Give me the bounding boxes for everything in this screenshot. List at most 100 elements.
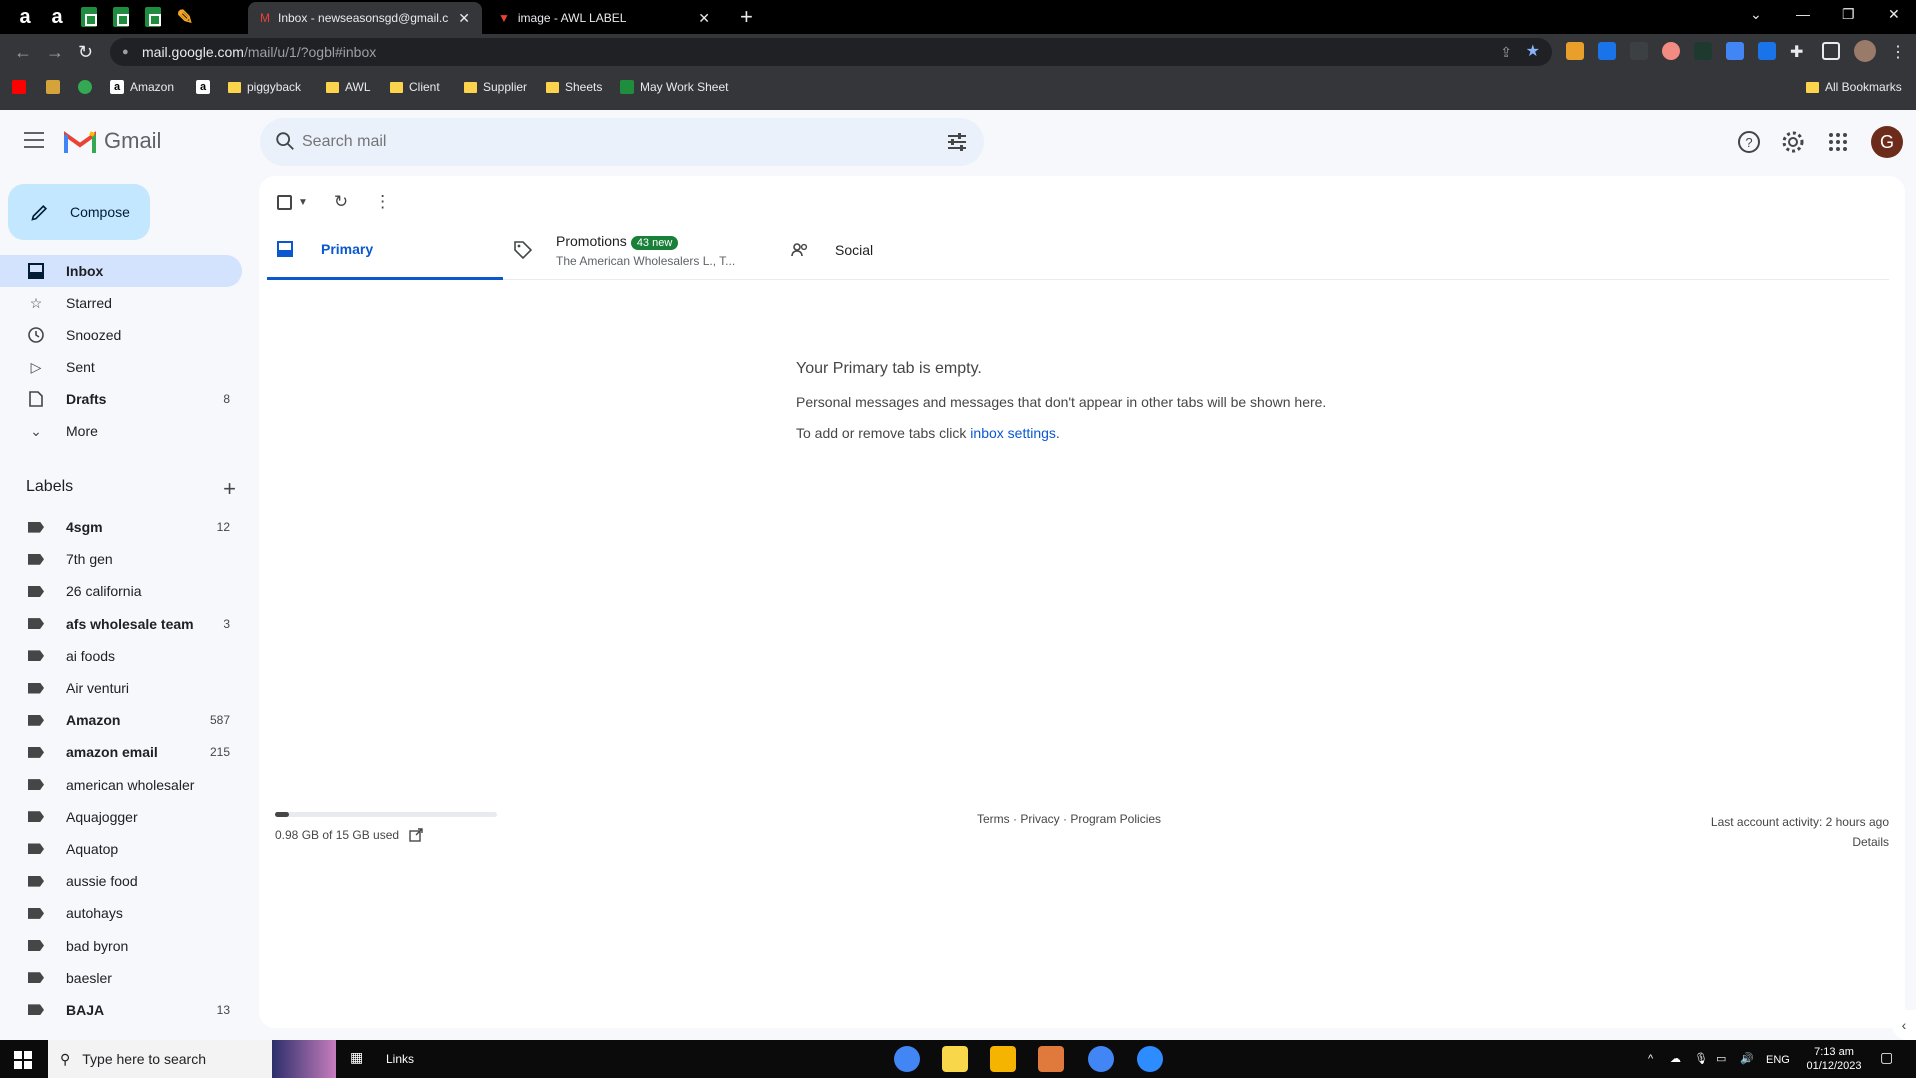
gmail-logo[interactable]: Gmail: [64, 128, 161, 154]
compose-button[interactable]: Compose: [8, 184, 150, 240]
amazon-pinned-tab-2[interactable]: a: [42, 4, 72, 30]
reload-icon[interactable]: ↻: [78, 42, 93, 63]
side-panel-toggle-icon[interactable]: ‹: [1892, 1010, 1916, 1040]
bookmark-folder-sheets[interactable]: Sheets: [546, 80, 602, 94]
label-item[interactable]: autohays: [0, 897, 242, 929]
label-item[interactable]: 26 california: [0, 575, 242, 607]
chrome-app-icon[interactable]: [894, 1046, 920, 1072]
settings-gear-icon[interactable]: [1781, 130, 1805, 154]
bookmark-icon-2[interactable]: [78, 80, 92, 94]
sheets-pinned-tab[interactable]: [74, 4, 104, 30]
youtube-bookmark[interactable]: [12, 80, 26, 94]
search-options-icon[interactable]: [946, 132, 968, 152]
links-toolbar[interactable]: Links: [386, 1052, 414, 1066]
language-indicator[interactable]: ENG: [1766, 1053, 1790, 1067]
bookmark-star-icon[interactable]: ★: [1526, 38, 1540, 66]
minimize-button[interactable]: —: [1796, 6, 1810, 22]
sidebar-item-more[interactable]: ⌄ More: [0, 415, 242, 447]
site-info-icon[interactable]: ●: [122, 38, 129, 66]
taskbar-search[interactable]: ⚲ Type here to search: [48, 1040, 336, 1078]
tab-promotions[interactable]: Promotions 43 new The American Wholesaler…: [504, 220, 740, 280]
tab-social[interactable]: Social: [781, 220, 1017, 280]
refresh-icon[interactable]: ↻: [334, 192, 348, 212]
microphone-icon[interactable]: 🎙: [1694, 1052, 1708, 1066]
amazon-pinned-tab[interactable]: a: [10, 4, 40, 30]
extension-icon[interactable]: [1598, 42, 1616, 60]
apps-grid-icon[interactable]: [1826, 130, 1850, 154]
bookmark-folder-piggyback[interactable]: piggyback: [228, 80, 301, 94]
label-item[interactable]: Aquajogger: [0, 801, 242, 833]
label-item[interactable]: afs wholesale team 3: [0, 608, 242, 640]
bookmark-amazon[interactable]: a Amazon: [110, 80, 174, 94]
extension-icon[interactable]: [1566, 42, 1584, 60]
clock[interactable]: 7:13 am 01/12/2023: [1802, 1045, 1866, 1073]
add-label-icon[interactable]: +: [223, 476, 236, 502]
details-link[interactable]: Details: [1711, 832, 1889, 852]
profile-avatar[interactable]: [1854, 40, 1876, 62]
app-icon[interactable]: [1038, 1046, 1064, 1072]
address-bar[interactable]: ● mail.google.com/mail/u/1/?ogbl#inbox ⇪…: [110, 38, 1552, 66]
label-item[interactable]: ai foods: [0, 640, 242, 672]
chrome-app-icon-2[interactable]: [1088, 1046, 1114, 1072]
account-avatar[interactable]: G: [1871, 126, 1903, 158]
extension-icon[interactable]: [1726, 42, 1744, 60]
bookmark-folder-client[interactable]: Client: [390, 80, 440, 94]
task-view-icon[interactable]: ▦: [350, 1050, 363, 1064]
tab-primary[interactable]: Primary: [267, 220, 503, 280]
sheets-pinned-tab-3[interactable]: [138, 4, 168, 30]
onedrive-icon[interactable]: ☁: [1670, 1052, 1681, 1066]
close-tab-icon[interactable]: ✕: [698, 10, 710, 27]
zoom-app-icon[interactable]: [1137, 1046, 1163, 1072]
extension-icon[interactable]: [1758, 42, 1776, 60]
sidebar-item-inbox[interactable]: Inbox: [0, 255, 242, 287]
side-panel-icon[interactable]: [1822, 42, 1840, 60]
extension-icon[interactable]: [1662, 42, 1680, 60]
forward-icon[interactable]: →: [46, 42, 64, 63]
tab-awl-label[interactable]: ▼ image - AWL LABEL ✕: [486, 2, 722, 34]
label-item[interactable]: 7th gen: [0, 543, 242, 575]
pen-pinned-tab[interactable]: ✎: [170, 4, 200, 30]
sheets-pinned-tab-2[interactable]: [106, 4, 136, 30]
close-tab-icon[interactable]: ✕: [458, 10, 470, 27]
label-item[interactable]: american wholesaler: [0, 769, 242, 801]
sidebar-item-sent[interactable]: ▷ Sent: [0, 351, 242, 383]
open-external-icon[interactable]: [409, 828, 423, 842]
tab-gmail-inbox[interactable]: M Inbox - newseasonsgd@gmail.c ✕: [248, 2, 482, 34]
sidebar-item-starred[interactable]: ☆ Starred: [0, 287, 242, 319]
label-item[interactable]: baesler: [0, 962, 242, 994]
tray-chevron-icon[interactable]: ^: [1648, 1052, 1653, 1066]
label-item[interactable]: Air venturi: [0, 672, 242, 704]
notifications-icon[interactable]: ▢: [1880, 1050, 1893, 1064]
footer-links[interactable]: Terms · Privacy · Program Policies: [977, 812, 1161, 826]
search-icon[interactable]: [274, 130, 296, 152]
label-item[interactable]: amazon email 215: [0, 736, 242, 768]
tab-search-icon[interactable]: ⌄: [1750, 6, 1762, 23]
help-icon[interactable]: ?: [1737, 130, 1761, 154]
restore-button[interactable]: ❐: [1842, 6, 1855, 23]
sidebar-item-drafts[interactable]: Drafts 8: [0, 383, 242, 415]
label-item[interactable]: Amazon 587: [0, 704, 242, 736]
extension-icon[interactable]: [1630, 42, 1648, 60]
bookmark-amazon-2[interactable]: a: [196, 80, 210, 94]
label-item[interactable]: Aquatop: [0, 833, 242, 865]
label-item[interactable]: bad byron: [0, 929, 242, 961]
browser-menu-icon[interactable]: ⋮: [1890, 42, 1908, 61]
volume-icon[interactable]: 🔊: [1740, 1052, 1754, 1066]
all-bookmarks[interactable]: All Bookmarks: [1806, 80, 1902, 94]
sidebar-item-snoozed[interactable]: Snoozed: [0, 319, 242, 351]
bookmark-folder-supplier[interactable]: Supplier: [464, 80, 527, 94]
search-bar[interactable]: [260, 118, 984, 166]
label-item[interactable]: aussie food: [0, 865, 242, 897]
extensions-puzzle-icon[interactable]: ✚: [1790, 42, 1808, 61]
main-menu-icon[interactable]: [24, 132, 44, 148]
file-explorer-icon[interactable]: [990, 1046, 1016, 1072]
sticky-notes-icon[interactable]: [942, 1046, 968, 1072]
search-input[interactable]: [302, 118, 902, 166]
windows-start-icon[interactable]: [14, 1051, 32, 1069]
bookmark-icon-1[interactable]: [46, 80, 60, 94]
new-tab-button[interactable]: +: [740, 6, 753, 28]
share-icon[interactable]: ⇪: [1500, 38, 1512, 66]
bookmark-folder-awl[interactable]: AWL: [326, 80, 371, 94]
bookmark-may-work-sheet[interactable]: May Work Sheet: [620, 80, 728, 94]
select-checkbox[interactable]: ▼: [277, 194, 308, 210]
